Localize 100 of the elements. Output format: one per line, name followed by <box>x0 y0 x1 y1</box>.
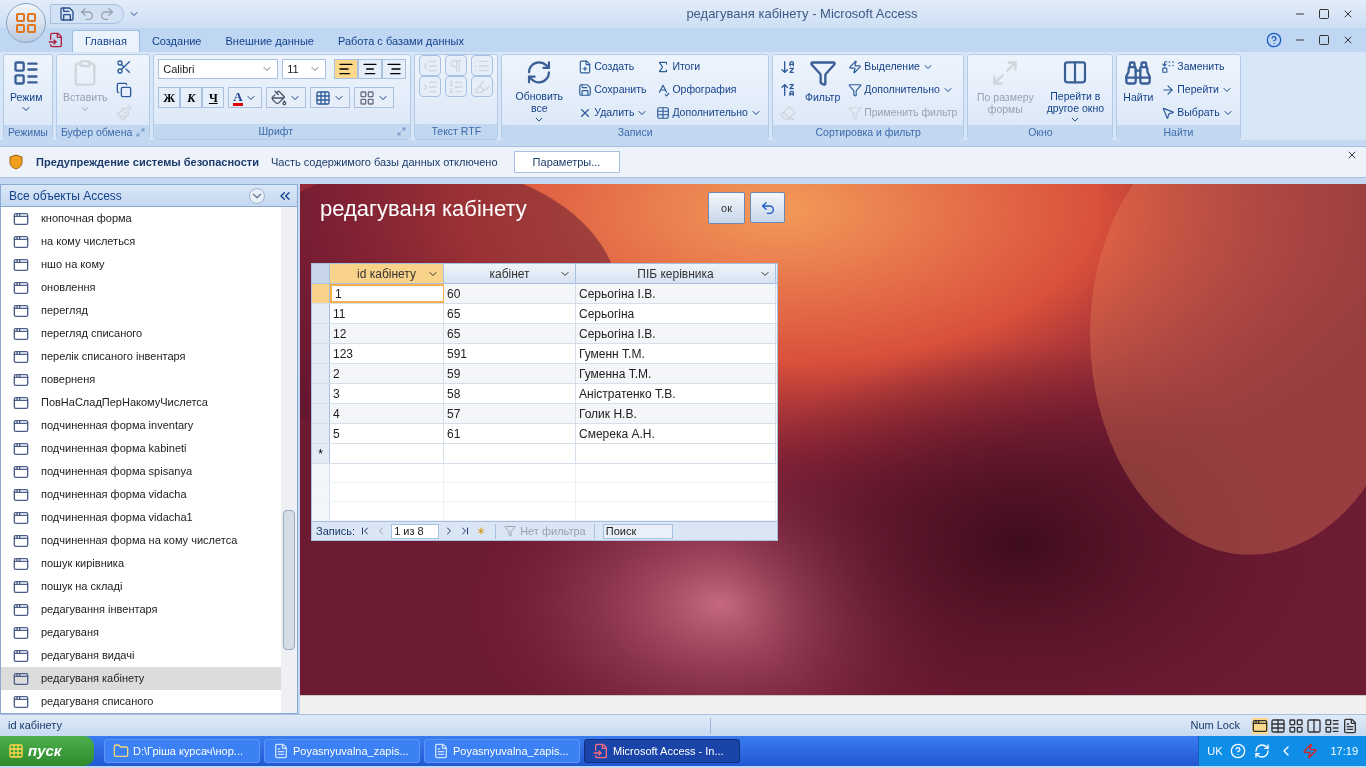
form-view-icon[interactable] <box>1252 717 1268 734</box>
close-icon[interactable] <box>1342 8 1354 20</box>
taskbar-button[interactable]: D:\Гріша курсач\нор... <box>104 739 260 763</box>
ribbon-tab[interactable]: Внешние данные <box>213 30 326 52</box>
nav-item[interactable]: перегляд списаного <box>1 322 281 345</box>
column-header[interactable]: ПІБ керівника <box>576 264 776 283</box>
ribbon-small-button[interactable]: Перейти <box>1159 79 1236 101</box>
ribbon-large-button[interactable]: Обновить все <box>506 55 573 125</box>
nav-item[interactable]: ншо на кому <box>1 253 281 276</box>
align-left-icon <box>338 61 355 77</box>
pointer-icon <box>1161 106 1176 121</box>
ribbon-small-button[interactable]: Удалить <box>576 102 651 124</box>
font-name-field[interactable]: Calibri <box>158 59 279 79</box>
ribbon-large-button[interactable]: Режим <box>8 55 45 125</box>
form-icon <box>13 670 29 687</box>
nav-item[interactable]: редагуваня кабінету <box>1 667 281 690</box>
column-header[interactable]: кабінет <box>444 264 576 283</box>
ribbon-small-button[interactable]: Сохранить <box>576 79 651 101</box>
ribbon-tab[interactable]: Работа с базами данных <box>325 30 476 52</box>
font-size-field[interactable]: 11 <box>282 59 327 79</box>
datasheet-view-icon[interactable] <box>1270 717 1286 734</box>
ribbon-small-button[interactable]: Орфография <box>654 79 764 101</box>
nav-item[interactable]: редагуваня списаного <box>1 690 281 713</box>
undo-button[interactable] <box>750 192 785 223</box>
nav-item[interactable]: редагування інвентаря <box>1 598 281 621</box>
ribbon-large-button[interactable]: Фильтр <box>802 55 843 125</box>
nav-item[interactable]: подчиненная форма inventary <box>1 414 281 437</box>
copy-icon <box>116 82 133 98</box>
taskbar-button[interactable]: Poyasnyuvalna_zapis... <box>264 739 420 763</box>
table-cell: 3 <box>330 384 444 403</box>
row-color-button[interactable] <box>353 87 394 108</box>
column-header[interactable]: id кабінету <box>330 264 444 283</box>
group-label: Режимы <box>8 124 48 140</box>
ok-button[interactable]: ок <box>708 192 745 224</box>
nav-item[interactable]: поверненя <box>1 368 281 391</box>
redo-icon[interactable] <box>99 6 115 22</box>
ribbon-small-button[interactable]: Итоги <box>654 56 764 78</box>
fill-color-button[interactable] <box>265 87 306 108</box>
format-button[interactable]: К <box>180 87 203 108</box>
format-button[interactable]: Ж <box>158 87 181 108</box>
security-title: Предупреждение системы безопасности <box>36 154 259 170</box>
nav-item[interactable]: оновлення <box>1 276 281 299</box>
save-icon[interactable] <box>59 6 75 22</box>
form-icon <box>13 371 29 388</box>
design-view-icon[interactable] <box>1342 717 1358 734</box>
taskbar-button[interactable]: Poyasnyuvalna_zapis... <box>424 739 580 763</box>
font-color-button[interactable]: A <box>228 87 262 108</box>
nav-item[interactable]: перегляд <box>1 299 281 322</box>
nav-item[interactable]: подчиненная форма spisanya <box>1 460 281 483</box>
table-cell: 65 <box>444 304 576 323</box>
dialog-launcher-icon[interactable] <box>397 127 407 136</box>
layout-view-icon[interactable] <box>1324 717 1340 734</box>
ribbon-small-button[interactable]: Заменить <box>1159 56 1236 78</box>
ribbon-large-button[interactable]: Перейти в другое окно <box>1042 55 1109 125</box>
nav-item[interactable]: подчиненная форма vidacha1 <box>1 506 281 529</box>
highlighter-icon <box>474 78 491 95</box>
nav-item[interactable]: ПовНаСладПерНакомуЧислетса <box>1 391 281 414</box>
ribbon-small-button[interactable]: Дополнительно <box>846 79 960 101</box>
nav-item[interactable]: редагуваня <box>1 621 281 644</box>
format-button[interactable]: Ч <box>202 87 225 108</box>
help-icon[interactable] <box>1266 32 1282 48</box>
document-icon <box>433 743 449 759</box>
search-field[interactable]: Поиск <box>602 523 673 539</box>
nav-item[interactable]: редагуваня видачі <box>1 644 281 667</box>
restore-icon[interactable] <box>1318 34 1330 46</box>
apply-filter-icon <box>848 106 863 121</box>
align-button[interactable] <box>334 59 359 79</box>
nav-item[interactable]: подчиненная форма vidacha <box>1 483 281 506</box>
cut-icon <box>116 58 133 75</box>
ribbon-tab[interactable]: Главная <box>72 30 140 52</box>
start-button[interactable]: пуск <box>0 736 94 766</box>
nav-item[interactable]: перелік списаного інвентаря <box>1 345 281 368</box>
nav-item[interactable]: подчиненная форма на кому числетса <box>1 529 281 552</box>
dialog-launcher-icon[interactable] <box>136 128 146 137</box>
dropdown-icon[interactable] <box>249 187 265 204</box>
ribbon-small-button[interactable]: Создать <box>576 56 651 78</box>
close-icon[interactable] <box>1346 149 1358 161</box>
taskbar-button[interactable]: Microsoft Access - In... <box>584 739 740 763</box>
group-label: Сортировка и фильтр <box>815 124 921 140</box>
align-button[interactable] <box>382 59 407 79</box>
gridlines-button[interactable] <box>309 87 350 108</box>
options-button[interactable]: Параметры... <box>513 151 620 173</box>
ribbon-small-button[interactable]: Дополнительно <box>654 102 764 124</box>
align-button[interactable] <box>358 59 383 79</box>
nav-item[interactable]: на кому числеться <box>1 230 281 253</box>
nav-item[interactable]: пошук кирівника <box>1 552 281 575</box>
select-all-cell[interactable] <box>312 264 330 283</box>
close-icon[interactable] <box>1342 34 1354 46</box>
ribbon-tab[interactable]: Создание <box>139 30 214 52</box>
nav-item[interactable]: кнопочная форма <box>1 207 281 230</box>
nav-item[interactable]: пошук на складі <box>1 575 281 598</box>
ribbon-small-button[interactable]: Выбрать <box>1159 102 1236 124</box>
nav-item[interactable]: подчиненная форма kabineti <box>1 437 281 460</box>
record-number-field[interactable]: 1 из 8 <box>391 523 440 539</box>
clock: 17:19 <box>1329 743 1358 759</box>
scrollbar[interactable] <box>281 207 297 713</box>
ribbon-large-button[interactable]: Найти <box>1121 55 1156 125</box>
ribbon-small-button[interactable]: Выделение <box>846 56 960 78</box>
restore-icon[interactable] <box>1318 8 1330 20</box>
form-icon <box>13 532 29 549</box>
